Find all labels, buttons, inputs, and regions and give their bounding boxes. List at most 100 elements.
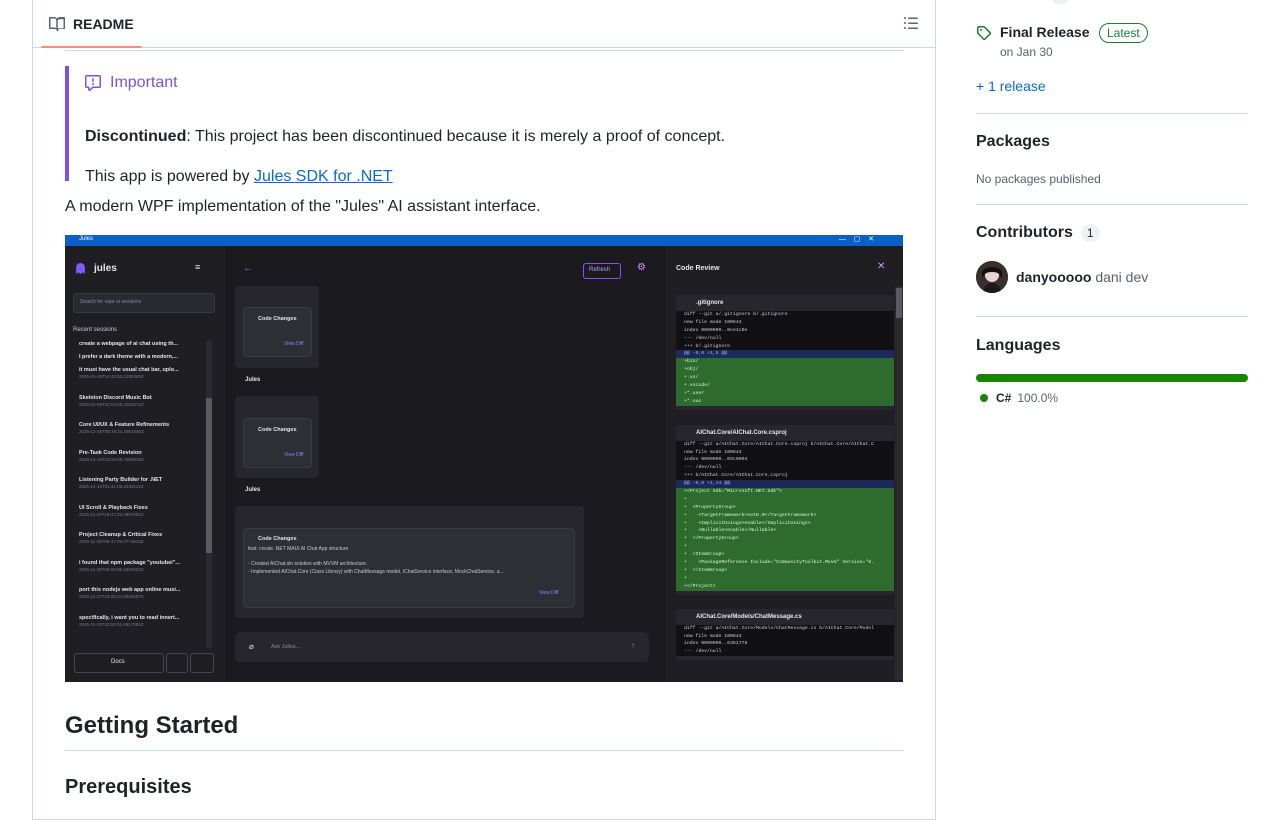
session-timestamp: 2025-11-28T08:47:08.0774810Z <box>79 539 144 544</box>
sessions-scrollbar <box>206 341 212 648</box>
session-title: i found that npm package "youtubei"... <box>79 559 180 566</box>
diff-file-name: AIChat.Core/AIChat.Core.csproj <box>696 429 787 436</box>
session-timestamp: 2025-12-15T23:34:09.7806846Z <box>79 456 144 462</box>
code-changes-label-1: Code Changes <box>258 316 297 322</box>
session-title: it must have the usual chat bar, uplo... <box>79 367 179 373</box>
attach-icon: ⌀ <box>249 642 254 651</box>
code-changes-label-3: Code Changes <box>258 536 297 542</box>
release-name-link[interactable]: Final Release <box>1000 24 1090 40</box>
diff-file-name: AIChat.Core/Models/ChatMessage.cs <box>696 613 802 620</box>
session-item: Listening Party Builder for .NET 2025-12-… <box>73 475 204 503</box>
close-icon: ✕ <box>877 261 886 272</box>
session-title: specifically, i want you to read innert.… <box>79 614 180 621</box>
contributor-entry[interactable]: danyooooo dani dev <box>1016 269 1148 285</box>
contributors-title: Contributors <box>976 224 1073 242</box>
session-timestamp: 2025-12-16T08:15:31.2981646Z <box>79 429 144 434</box>
screenshot-window-title: Jules <box>79 236 94 242</box>
diff-line: @@ -0,0 +1,5 @@ <box>676 350 894 359</box>
session-item: specifically, i want you to read innert.… <box>73 613 204 641</box>
release-date: on Jan 30 <box>1000 45 1053 59</box>
session-item: port this nodejs web app online musi... 2… <box>73 585 204 613</box>
language-item-csharp[interactable]: C# 100.0% <box>976 391 1058 405</box>
prerequisites-heading: Prerequisites <box>65 776 192 798</box>
session-item: Project Cleanup & Critical Fixes 2025-11-… <box>73 530 204 558</box>
jules-sdk-link[interactable]: Jules SDK for .NET <box>254 168 393 185</box>
screenshot-search: Search for repo or sessions <box>73 293 215 313</box>
heading-rule <box>65 750 904 751</box>
screenshot-titlebar: Jules — ▢ ✕ <box>65 235 903 246</box>
readme-panel: README Important Discontinued: This proj… <box>32 0 936 820</box>
session-title: Project Cleanup & Critical Fixes <box>79 532 163 538</box>
divider <box>976 113 1248 114</box>
diff-line: new file mode 100644 <box>684 633 742 639</box>
alert-title-text: Important <box>110 74 178 91</box>
diff-line: +.vs/ <box>676 374 894 383</box>
packages-heading[interactable]: Packages <box>976 133 1050 151</box>
more-releases-link[interactable]: + 1 release <box>976 78 1046 94</box>
report-icon <box>85 75 101 91</box>
diff-line: index 0000000..03c0004 <box>684 457 748 463</box>
diff-line: +++ b/AIChat.Core/AIChat.Core.csproj <box>684 473 788 479</box>
agent-name-2: Jules <box>245 487 261 493</box>
commit-bullet-1: - Created AIChat.sln solution with MVVM … <box>248 561 368 567</box>
session-title: Skeleton Discord Music Bot <box>79 394 152 401</box>
diff-line: +</Project> <box>676 582 894 591</box>
session-item: Core UI/UX & Feature Refinements 2025-12-… <box>73 420 204 448</box>
diff-line: + <ImplicitUsings>enable</ImplicitUsings… <box>676 519 894 528</box>
session-title: Listening Party Builder for .NET <box>79 477 163 483</box>
view-diff-3: View Diff <box>539 590 559 596</box>
screenshot-refresh-label: Refresh <box>589 267 611 273</box>
session-item: I prefer a dark theme with a modern,... <box>73 352 204 365</box>
screenshot-docs-button: Docs <box>74 653 164 673</box>
book-icon <box>49 16 65 31</box>
packages-empty-text: No packages published <box>976 172 1101 186</box>
readme-header: README <box>33 0 935 48</box>
session-item: it must have the usual chat bar, uplo...… <box>73 365 204 393</box>
diff-line: + <PropertyGroup> <box>676 503 894 512</box>
session-item: i found that npm package "youtubei"... 20… <box>73 558 204 586</box>
view-diff-2: View Diff <box>284 452 304 458</box>
readme-description: A modern WPF implementation of the "Jule… <box>65 198 541 215</box>
ask-placeholder: Ask Julius... <box>271 644 301 650</box>
contributors-heading[interactable]: Contributors 1 <box>976 224 1100 242</box>
app-screenshot[interactable]: Jules — ▢ ✕ jules ≡ Search for repo or s… <box>65 235 903 682</box>
screenshot-chat-input: ⌀ Ask Julius... ↑ <box>235 632 649 662</box>
diff-line: +++ b/.gitignore <box>684 343 731 349</box>
screenshot-docs-label: Docs <box>111 659 125 665</box>
contributor-login: danyooooo <box>1016 269 1092 285</box>
session-item: Skeleton Discord Music Bot 2025-01-08T10:… <box>73 393 204 421</box>
code-changes-card-2: Code Changes View Diff <box>243 418 312 468</box>
language-bar <box>976 374 1248 382</box>
session-timestamp: 2025-11-24T23:50:01.6917091Z <box>79 621 144 627</box>
avatar[interactable] <box>976 261 1008 293</box>
session-timestamp: 2025-11-28T05:08:56.1694422Z <box>79 566 144 572</box>
diff-file: AIChat.Core/Models/ChatMessage.cs diff --… <box>676 608 894 661</box>
readme-tab-label: README <box>73 15 134 32</box>
session-title: Pre-Task Code Revision <box>79 449 142 456</box>
screenshot-chat-button <box>166 653 188 673</box>
screenshot-chat: ← Refresh ⚙ Code Changes View Diff Jules… <box>225 246 665 682</box>
menu-toggle-icon: ≡ <box>195 262 201 272</box>
important-alert: Important Discontinued: This project has… <box>65 66 908 185</box>
diff-line: + <PackageReference Include="CommunityTo… <box>676 559 894 567</box>
back-arrow-icon: ← <box>243 263 253 274</box>
divider <box>65 50 904 51</box>
session-timestamp: 2025-01-08T10:04:55.2381572Z <box>79 401 144 407</box>
screenshot-settings-button <box>190 653 214 673</box>
outline-list-icon[interactable] <box>903 15 919 31</box>
screenshot-sidebar: jules ≡ Search for repo or sessions Rece… <box>65 246 225 682</box>
diff-line: + <box>676 574 894 583</box>
session-title: I prefer a dark theme with a modern,... <box>79 354 179 360</box>
language-name: C# <box>996 391 1012 405</box>
commit-bullet-2: - Implemented AIChat.Core (Class Library… <box>248 569 504 575</box>
language-color-dot <box>980 394 988 402</box>
diff-line: + </ItemGroup> <box>676 566 894 575</box>
diff-line: + <Nullable>enable</Nullable> <box>676 527 894 536</box>
commit-text: feat: create .NET MAUI AI Chat App struc… <box>248 546 349 552</box>
readme-tab[interactable]: README <box>41 0 142 48</box>
language-percent: 100.0% <box>1017 391 1059 405</box>
alert-strong: Discontinued <box>85 128 187 145</box>
divider <box>976 316 1248 317</box>
session-timestamp: 2025-11-29T18:47:22.0957891Z <box>79 511 144 517</box>
contributors-count: 1 <box>1080 224 1100 242</box>
